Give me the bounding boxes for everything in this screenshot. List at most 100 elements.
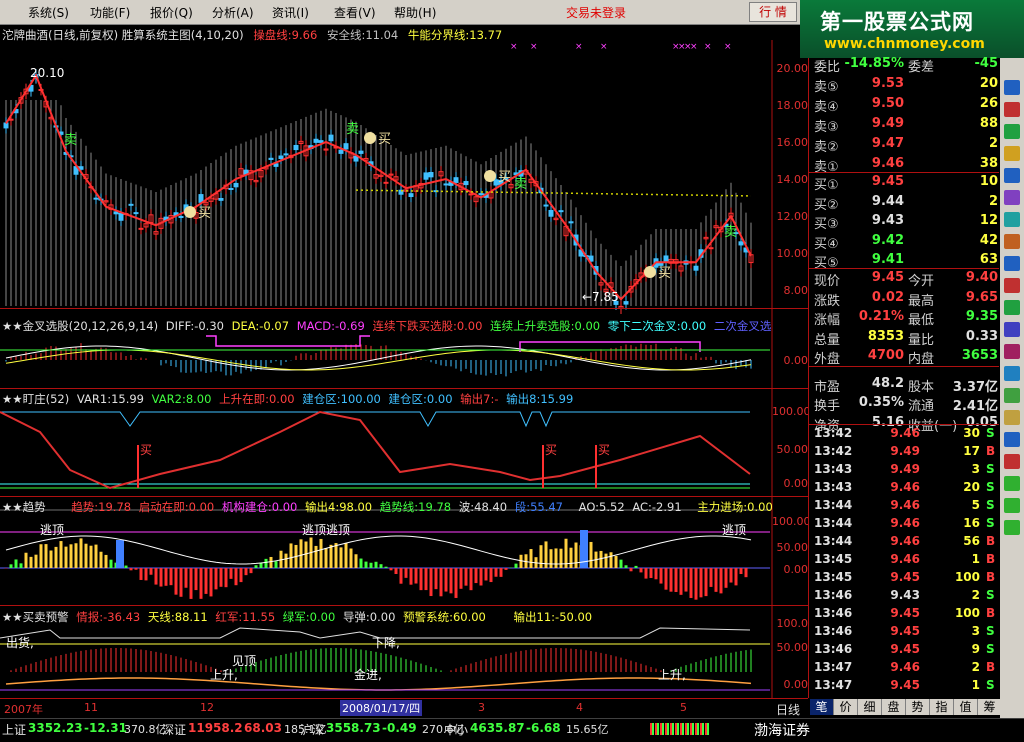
- tick-time: 13:45: [814, 570, 853, 584]
- menu-help[interactable]: 帮助(H): [394, 4, 436, 21]
- toolbar-icon[interactable]: [1004, 476, 1020, 491]
- escape-top-label: 逃顶: [40, 523, 65, 537]
- toolbar-icon[interactable]: [1004, 168, 1020, 183]
- ind2-axis-label: 0.00: [783, 477, 809, 490]
- toolbar-icon[interactable]: [1004, 410, 1020, 425]
- toolbar-icon[interactable]: [1004, 256, 1020, 271]
- mini-bar-icon: [650, 723, 710, 735]
- tick-price: 9.46: [890, 660, 920, 674]
- index-name[interactable]: 深证: [162, 721, 186, 738]
- tick-row[interactable]: 13:46 9.45 100 B: [814, 606, 1000, 623]
- toolbar-icon[interactable]: [1004, 124, 1020, 139]
- index-change: 68.03: [244, 721, 282, 735]
- ind2-axis-label: 100.00: [772, 405, 811, 418]
- menu-view[interactable]: 查看(V): [334, 4, 376, 21]
- toolbar-icon[interactable]: [1004, 432, 1020, 447]
- ind3-axis-label: 50.00: [776, 541, 809, 554]
- tick-row[interactable]: 13:47 9.46 2 B: [814, 660, 1000, 677]
- sell-text: 卖: [346, 122, 359, 137]
- index-name[interactable]: 上证: [2, 721, 26, 738]
- menu-analysis[interactable]: 分析(A): [212, 4, 254, 21]
- tick-row[interactable]: 13:43 9.49 3 S: [814, 462, 1000, 479]
- tick-time: 13:44: [814, 534, 853, 548]
- candle-body: [118, 212, 124, 221]
- trend-v2: 启动在即:0.00: [138, 500, 215, 514]
- time-axis[interactable]: 2007年 11 12 2008/01/17/四 3 4 5 日线: [0, 698, 808, 718]
- tick-volume: 2: [971, 588, 980, 602]
- toolbar-icon[interactable]: [1004, 146, 1020, 161]
- stat-value: 8353: [867, 328, 904, 344]
- stat-value: 0.33: [965, 328, 998, 344]
- trend-v10: 主力进场:0.00: [697, 500, 773, 514]
- dingzhuang-header: ★★盯庄(52) VAR1:15.99 VAR2:8.00 上升在即:0.00 …: [2, 391, 573, 407]
- stat-value: 9.40: [965, 270, 998, 285]
- trade-status[interactable]: 交易未登录: [566, 4, 626, 21]
- menu-info[interactable]: 资讯(I): [272, 4, 309, 21]
- menu-system[interactable]: 系统(S): [28, 4, 69, 21]
- tick-time: 13:45: [814, 552, 853, 566]
- tick-row[interactable]: 13:45 9.46 1 B: [814, 552, 1000, 569]
- tick-row[interactable]: 13:46 9.45 3 S: [814, 624, 1000, 641]
- tick-row[interactable]: 13:42 9.46 30 S: [814, 426, 1000, 443]
- candle-body: [463, 181, 469, 186]
- tab-7[interactable]: 筹: [978, 699, 1002, 715]
- toolbar-icon[interactable]: [1004, 388, 1020, 403]
- trend-title: ★★趋势: [2, 500, 46, 514]
- toolbar-icon[interactable]: [1004, 366, 1020, 381]
- tab-4[interactable]: 势: [906, 699, 930, 715]
- tab-5[interactable]: 指: [930, 699, 954, 715]
- tick-side: S: [986, 516, 995, 530]
- toolbar-icon[interactable]: [1004, 454, 1020, 469]
- tick-time: 13:43: [814, 480, 853, 494]
- macd-header: ★★金叉选股(20,12,26,9,14) DIFF:-0.30 DEA:-0.…: [2, 318, 771, 334]
- toolbar-icon[interactable]: [1004, 190, 1020, 205]
- toolbar-icon[interactable]: [1004, 322, 1020, 337]
- stat-label: 外盘: [814, 352, 841, 367]
- quote-button[interactable]: 行 情: [749, 2, 797, 22]
- tick-price: 9.46: [890, 516, 920, 530]
- tick-row[interactable]: 13:46 9.45 9 S: [814, 642, 1000, 659]
- tick-row[interactable]: 13:43 9.46 20 S: [814, 480, 1000, 497]
- tick-row[interactable]: 13:45 9.45 100 B: [814, 570, 1000, 587]
- tab-6[interactable]: 值: [954, 699, 978, 715]
- panel-separator: [0, 388, 808, 389]
- broker-name: 渤海证券: [754, 723, 810, 739]
- menu-function[interactable]: 功能(F): [90, 4, 130, 21]
- sell-1-qty: 38: [979, 156, 998, 171]
- toolbar-icon[interactable]: [1004, 278, 1020, 293]
- trend-v6: 波:48.40: [458, 500, 508, 514]
- toolbar-icon[interactable]: [1004, 80, 1020, 95]
- toolbar-icon[interactable]: [1004, 520, 1020, 535]
- toolbar-icon[interactable]: [1004, 300, 1020, 315]
- toolbar-icon[interactable]: [1004, 344, 1020, 359]
- tab-0[interactable]: 笔: [810, 699, 834, 715]
- tab-3[interactable]: 盘: [882, 699, 906, 715]
- tick-time: 13:46: [814, 624, 853, 638]
- buy-1-price: 9.45: [871, 174, 904, 189]
- tick-row[interactable]: 13:46 9.43 2 S: [814, 588, 1000, 605]
- index-name[interactable]: 沪深: [300, 721, 324, 738]
- toolbar-icon[interactable]: [1004, 102, 1020, 117]
- macd-title: ★★金叉选股(20,12,26,9,14): [2, 319, 159, 333]
- period-label[interactable]: 日线: [776, 701, 800, 718]
- tick-row[interactable]: 13:42 9.49 17 B: [814, 444, 1000, 461]
- dz-v6: 输出7:-: [460, 392, 499, 406]
- chart-area[interactable]: × × × × ×××× × ×买买买买卖卖卖卖: [0, 40, 808, 698]
- diff-value: DIFF:-0.30: [165, 319, 224, 333]
- tick-time: 13:47: [814, 660, 853, 674]
- toolbar-icon[interactable]: [1004, 498, 1020, 513]
- escape-top-label: 逃顶逃顶: [302, 523, 351, 537]
- tab-1[interactable]: 价: [834, 699, 858, 715]
- tick-row[interactable]: 13:44 9.46 5 S: [814, 498, 1000, 515]
- tick-volume: 100: [954, 570, 980, 584]
- toolbar-icon[interactable]: [1004, 234, 1020, 249]
- time-label: 3: [478, 701, 485, 714]
- tick-row[interactable]: 13:47 9.45 1 S: [814, 678, 1000, 695]
- index-name[interactable]: 中小: [444, 721, 468, 738]
- tick-row[interactable]: 13:44 9.46 16 S: [814, 516, 1000, 533]
- tab-2[interactable]: 细: [858, 699, 882, 715]
- toolbar-icon[interactable]: [1004, 212, 1020, 227]
- candle-body: [443, 183, 449, 186]
- menu-quote[interactable]: 报价(Q): [150, 4, 193, 21]
- tick-row[interactable]: 13:44 9.46 56 B: [814, 534, 1000, 551]
